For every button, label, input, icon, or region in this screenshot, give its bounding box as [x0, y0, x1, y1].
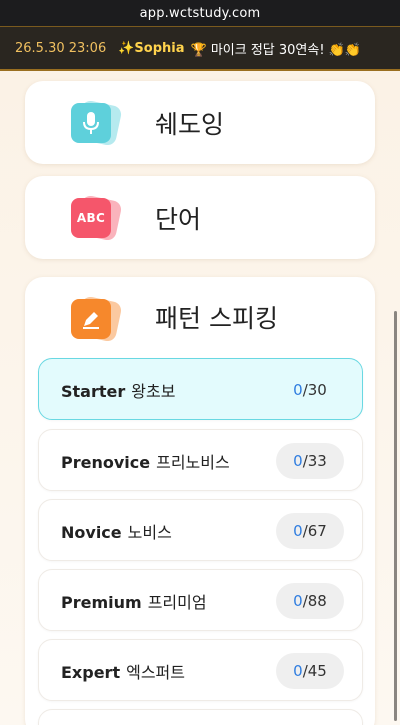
- level-progress: 0/45: [276, 653, 344, 689]
- level-progress: 0/33: [276, 443, 344, 479]
- level-prenovice[interactable]: Prenovice 프리노비스 0/33: [38, 429, 363, 491]
- ticker-timestamp: 26.5.30 23:06: [15, 40, 107, 56]
- browser-url-bar[interactable]: app.wctstudy.com: [0, 0, 400, 26]
- ticker-message: 🏆 마이크 정답 30연속! 👏👏: [190, 42, 362, 58]
- level-starter[interactable]: Starter 왕초보 0/30: [38, 358, 363, 420]
- level-label: Prenovice 프리노비스: [61, 453, 230, 472]
- level-novice[interactable]: Novice 노비스 0/67: [38, 499, 363, 561]
- vocab-card[interactable]: ABC 단어: [25, 176, 375, 259]
- level-label: Novice 노비스: [61, 523, 172, 542]
- shadowing-card[interactable]: 쉐도잉: [25, 81, 375, 164]
- level-premium[interactable]: Premium 프리미엄 0/88: [38, 569, 363, 631]
- pattern-speaking-card: 패턴 스피킹 Starter 왕초보 0/30 Prenovice 프리노비스 0/…: [25, 277, 375, 725]
- abc-icon-text: ABC: [76, 211, 106, 225]
- ticker-user: ✨Sophia: [118, 40, 185, 56]
- level-next-partial[interactable]: [38, 709, 363, 725]
- pattern-title: 패턴 스피킹: [155, 304, 278, 333]
- level-label: Premium 프리미엄: [61, 593, 207, 612]
- url-text: app.wctstudy.com: [139, 5, 261, 21]
- main-content: 쉐도잉 ABC 단어 패턴 스피킹 Starter 왕초보 0/30 Preno…: [0, 71, 400, 725]
- level-label: Expert 엑스퍼트: [61, 663, 185, 682]
- shadowing-title: 쉐도잉: [155, 110, 225, 139]
- level-label: Starter 왕초보: [61, 382, 176, 401]
- level-progress: 0/67: [276, 513, 344, 549]
- microphone-icon: [71, 99, 123, 147]
- level-progress: 0/88: [276, 583, 344, 619]
- scrollbar[interactable]: [394, 311, 397, 721]
- level-progress: 0/30: [293, 381, 327, 399]
- vocab-title: 단어: [155, 205, 202, 234]
- abc-icon: ABC: [71, 194, 123, 242]
- pen-icon: [71, 295, 123, 343]
- activity-ticker: 26.5.30 23:06 ✨Sophia 🏆 마이크 정답 30연속! 👏👏: [0, 26, 400, 71]
- level-expert[interactable]: Expert 엑스퍼트 0/45: [38, 639, 363, 701]
